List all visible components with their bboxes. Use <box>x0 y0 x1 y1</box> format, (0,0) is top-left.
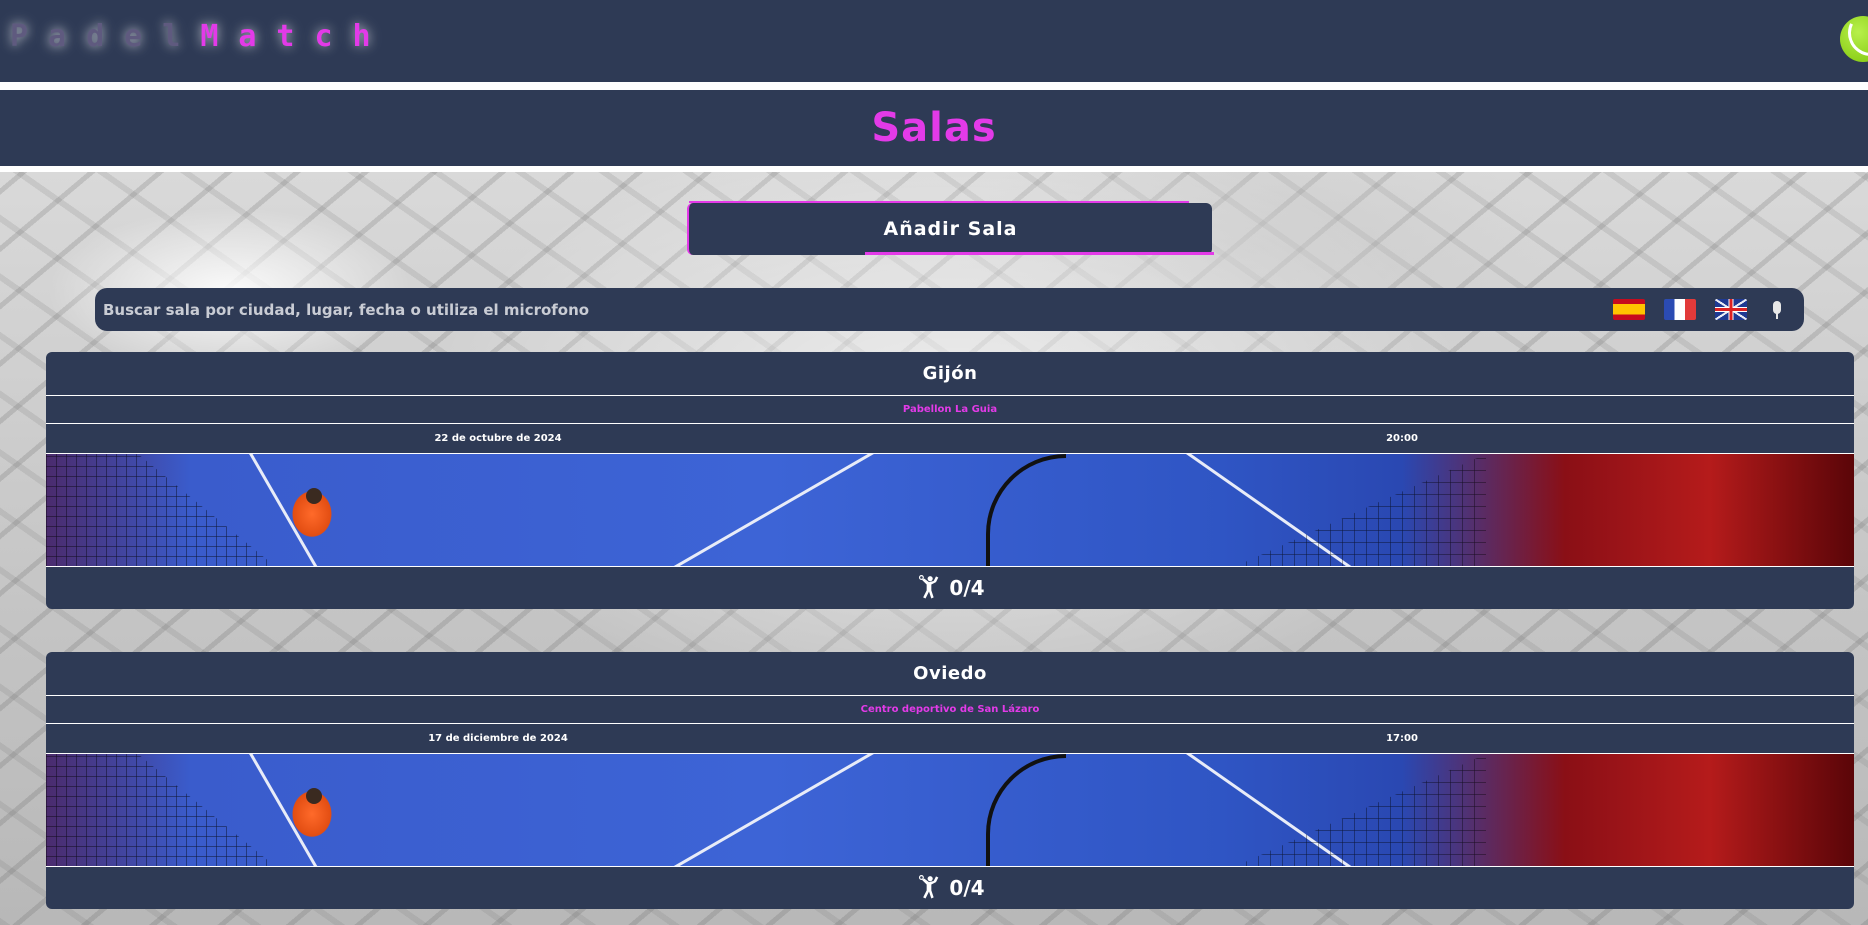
room-date: 22 de octubre de 2024 <box>434 433 562 444</box>
app-logo[interactable]: Padel Match <box>10 16 391 56</box>
padel-player-figure <box>286 482 338 540</box>
room-card[interactable]: Gijón Pabellon La Guia 22 de octubre de … <box>46 352 1854 609</box>
top-bar: Padel Match <box>0 0 1868 82</box>
logo-part-padel: Padel <box>10 18 201 54</box>
room-players: 0/4 <box>46 867 1854 909</box>
search-input[interactable] <box>103 288 1613 331</box>
add-room-button[interactable]: Añadir Sala <box>687 201 1214 255</box>
room-datetime: 22 de octubre de 2024 20:00 <box>46 424 1854 454</box>
room-time: 20:00 <box>1386 433 1418 444</box>
flag-spain-icon[interactable] <box>1613 299 1645 320</box>
court-net-right <box>1234 754 1486 866</box>
room-city: Gijón <box>46 352 1854 396</box>
room-time: 17:00 <box>1386 733 1418 744</box>
court-line <box>664 454 892 566</box>
logo-part-match: Match <box>200 18 391 54</box>
player-icon <box>919 575 939 599</box>
page-title: Salas <box>871 105 997 151</box>
flag-uk-icon[interactable] <box>1715 299 1747 320</box>
room-card[interactable]: Oviedo Centro deportivo de San Lázaro 17… <box>46 652 1854 909</box>
room-city: Oviedo <box>46 652 1854 696</box>
room-datetime: 17 de diciembre de 2024 17:00 <box>46 724 1854 754</box>
padel-player-figure <box>286 782 338 840</box>
language-selector <box>1613 299 1804 320</box>
flag-france-icon[interactable] <box>1664 299 1696 320</box>
court-net-left <box>46 454 276 566</box>
players-count: 0/4 <box>949 576 985 600</box>
players-count: 0/4 <box>949 876 985 900</box>
room-date: 17 de diciembre de 2024 <box>428 733 568 744</box>
court-net-left <box>46 754 276 866</box>
court-lamp <box>986 754 1066 866</box>
room-place: Pabellon La Guia <box>46 396 1854 424</box>
tennis-ball-icon[interactable] <box>1840 16 1868 62</box>
room-place: Centro deportivo de San Lázaro <box>46 696 1854 724</box>
court-line <box>664 754 892 866</box>
court-lamp <box>986 454 1066 566</box>
player-icon <box>919 875 939 899</box>
court-net-right <box>1234 454 1486 566</box>
microphone-icon[interactable] <box>1770 300 1784 319</box>
court-image <box>46 754 1854 867</box>
court-image <box>46 454 1854 567</box>
room-players: 0/4 <box>46 567 1854 609</box>
page-header: Salas <box>0 90 1868 166</box>
search-bar <box>95 288 1804 331</box>
